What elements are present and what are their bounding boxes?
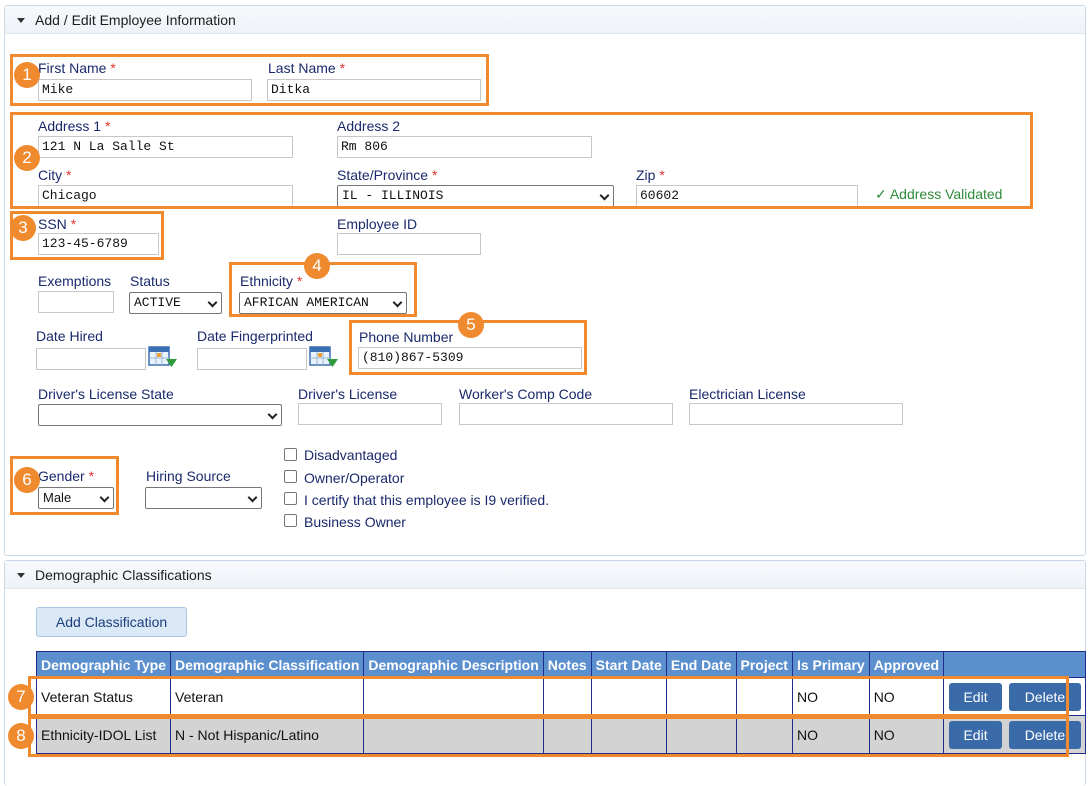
chevron-down-icon	[207, 297, 218, 308]
dl-state-select[interactable]	[38, 404, 282, 426]
date-hired-input[interactable]	[36, 348, 146, 370]
add-classification-button[interactable]: Add Classification	[36, 607, 187, 637]
column-header[interactable]: Approved	[868, 651, 945, 678]
collapse-caret-icon[interactable]	[17, 18, 25, 23]
column-header[interactable]: Demographic Classification	[169, 651, 365, 678]
callout-badge-7: 7	[8, 684, 34, 710]
status-select[interactable]: ACTIVE	[129, 292, 222, 314]
chevron-down-icon	[247, 492, 258, 503]
exemptions-label: Exemptions	[38, 273, 112, 289]
demographics-header[interactable]: Demographic Classifications	[5, 561, 1085, 589]
i9-verified-label: I certify that this employee is I9 verif…	[304, 492, 550, 508]
callout-box-name	[10, 54, 489, 106]
column-header[interactable]: Start Date	[590, 651, 667, 678]
callout-badge-4: 4	[304, 253, 330, 279]
dl-input[interactable]	[298, 403, 442, 425]
column-header[interactable]: Notes	[542, 651, 592, 678]
callout-badge-3: 3	[10, 215, 36, 241]
actions-header	[943, 651, 1086, 678]
status-select-value: ACTIVE	[134, 295, 181, 310]
date-fingerprinted-input[interactable]	[197, 348, 307, 370]
employee-info-header[interactable]: Add / Edit Employee Information	[5, 6, 1085, 34]
business-owner-label: Business Owner	[304, 514, 406, 530]
hiring-source-label: Hiring Source	[146, 468, 231, 484]
collapse-caret-icon[interactable]	[17, 573, 25, 578]
owner-operator-label: Owner/Operator	[304, 470, 405, 486]
workers-comp-input[interactable]	[459, 403, 673, 425]
callout-badge-5: 5	[458, 312, 484, 338]
column-header[interactable]: Demographic Description	[363, 651, 544, 678]
column-header[interactable]: Is Primary	[791, 651, 870, 678]
business-owner-checkbox[interactable]	[284, 514, 297, 527]
dl-label: Driver's License	[298, 386, 398, 402]
i9-verified-checkbox[interactable]	[284, 492, 297, 505]
date-fingerprinted-label: Date Fingerprinted	[197, 328, 313, 344]
employee-id-label: Employee ID	[337, 216, 418, 232]
electrician-label: Electrician License	[689, 386, 806, 402]
column-header[interactable]: End Date	[665, 651, 737, 678]
section-title: Add / Edit Employee Information	[35, 12, 236, 28]
disadvantaged-label: Disadvantaged	[304, 447, 398, 463]
dl-state-label: Driver's License State	[38, 386, 174, 402]
disadvantaged-checkbox[interactable]	[284, 448, 297, 461]
table-header-row: Demographic Type Demographic Classificat…	[36, 651, 1086, 678]
callout-badge-6: 6	[14, 467, 40, 493]
callout-box-row-2	[28, 716, 1069, 757]
status-label: Status	[130, 273, 170, 289]
hiring-source-select[interactable]	[145, 487, 262, 509]
callout-badge-2: 2	[14, 145, 40, 171]
column-header[interactable]: Demographic Type	[36, 651, 171, 678]
callout-box-row-1	[28, 676, 1069, 717]
chevron-down-icon	[267, 409, 278, 420]
calendar-icon[interactable]	[148, 345, 178, 369]
column-header[interactable]: Project	[735, 651, 793, 678]
employee-id-input[interactable]	[337, 233, 481, 255]
owner-operator-checkbox[interactable]	[284, 470, 297, 483]
callout-badge-1: 1	[14, 62, 40, 88]
exemptions-input[interactable]	[38, 291, 114, 313]
electrician-input[interactable]	[689, 403, 903, 425]
callout-badge-8: 8	[8, 723, 34, 749]
calendar-icon[interactable]	[309, 345, 339, 369]
date-hired-label: Date Hired	[36, 328, 103, 344]
section-title: Demographic Classifications	[35, 567, 212, 583]
workers-comp-label: Worker's Comp Code	[459, 386, 593, 402]
callout-box-address	[10, 112, 1033, 209]
